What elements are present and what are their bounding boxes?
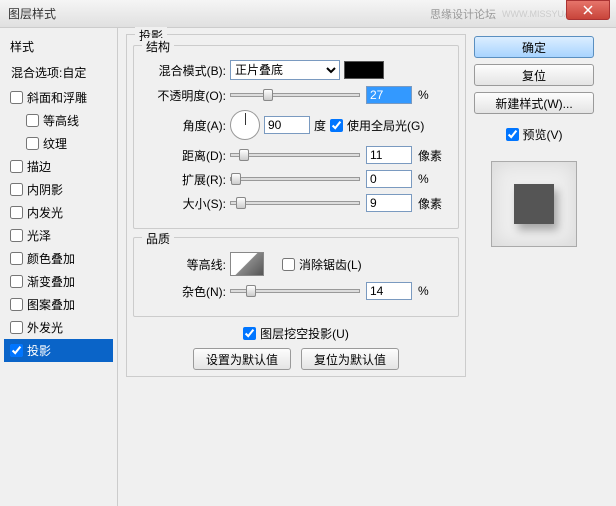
style-checkbox[interactable] xyxy=(10,160,23,173)
global-light-label: 使用全局光(G) xyxy=(347,117,424,134)
style-checkbox[interactable] xyxy=(10,206,23,219)
style-checkbox[interactable] xyxy=(10,91,23,104)
size-slider[interactable] xyxy=(230,201,360,205)
watermark: 思缘设计论坛 xyxy=(430,6,496,22)
style-item-1[interactable]: 等高线 xyxy=(4,109,113,132)
close-icon xyxy=(583,5,593,15)
style-item-5[interactable]: 内发光 xyxy=(4,201,113,224)
style-item-3[interactable]: 描边 xyxy=(4,155,113,178)
pct-unit: % xyxy=(418,88,448,102)
spread-label: 扩展(R): xyxy=(144,171,226,188)
opacity-label: 不透明度(O): xyxy=(144,87,226,104)
spread-input[interactable] xyxy=(366,170,412,188)
contour-label: 等高线: xyxy=(144,256,226,273)
style-checkbox[interactable] xyxy=(10,252,23,265)
style-item-4[interactable]: 内阴影 xyxy=(4,178,113,201)
noise-input[interactable] xyxy=(366,282,412,300)
style-label: 内阴影 xyxy=(27,181,63,198)
style-checkbox[interactable] xyxy=(10,298,23,311)
style-item-6[interactable]: 光泽 xyxy=(4,224,113,247)
quality-legend: 品质 xyxy=(142,230,174,247)
px-unit-2: 像素 xyxy=(418,195,448,212)
style-label: 纹理 xyxy=(43,135,67,152)
style-item-7[interactable]: 颜色叠加 xyxy=(4,247,113,270)
main-area: 样式 混合选项:自定 斜面和浮雕等高线纹理描边内阴影内发光光泽颜色叠加渐变叠加图… xyxy=(0,28,616,506)
shadow-color-swatch[interactable] xyxy=(344,61,384,79)
style-label: 投影 xyxy=(27,342,51,359)
titlebar: 图层样式 思缘设计论坛 WWW.MISSYUAN.COM xyxy=(0,0,616,28)
style-item-11[interactable]: 投影 xyxy=(4,339,113,362)
style-label: 斜面和浮雕 xyxy=(27,89,87,106)
pct-unit-3: % xyxy=(418,284,448,298)
antialias-checkbox[interactable] xyxy=(282,258,295,271)
opacity-input[interactable] xyxy=(366,86,412,104)
noise-slider[interactable] xyxy=(230,289,360,293)
blend-mode-select[interactable]: 正片叠底 xyxy=(230,60,340,80)
style-checkbox[interactable] xyxy=(10,321,23,334)
close-button[interactable] xyxy=(566,0,610,20)
style-checkbox[interactable] xyxy=(10,229,23,242)
pct-unit-2: % xyxy=(418,172,448,186)
spread-slider[interactable] xyxy=(230,177,360,181)
style-item-9[interactable]: 图案叠加 xyxy=(4,293,113,316)
knockout-label: 图层挖空投影(U) xyxy=(260,325,349,342)
opacity-slider[interactable] xyxy=(230,93,360,97)
blend-mode-label: 混合模式(B): xyxy=(144,62,226,79)
drop-shadow-panel: 投影 结构 混合模式(B): 正片叠底 不透明度(O): % xyxy=(126,34,466,377)
style-checkbox[interactable] xyxy=(10,183,23,196)
structure-legend: 结构 xyxy=(142,38,174,55)
preview-box xyxy=(491,161,577,247)
ok-button[interactable]: 确定 xyxy=(474,36,594,58)
reset-default-button[interactable]: 复位为默认值 xyxy=(301,348,399,370)
style-label: 内发光 xyxy=(27,204,63,221)
angle-dial[interactable] xyxy=(230,110,260,140)
style-item-2[interactable]: 纹理 xyxy=(4,132,113,155)
blend-options-item[interactable]: 混合选项:自定 xyxy=(4,59,113,86)
make-default-button[interactable]: 设置为默认值 xyxy=(193,348,291,370)
distance-input[interactable] xyxy=(366,146,412,164)
global-light-checkbox[interactable] xyxy=(330,119,343,132)
style-checkbox[interactable] xyxy=(26,114,39,127)
contour-picker[interactable] xyxy=(230,252,264,276)
preview-label: 预览(V) xyxy=(523,126,563,143)
style-label: 描边 xyxy=(27,158,51,175)
preview-swatch xyxy=(514,184,554,224)
style-label: 光泽 xyxy=(27,227,51,244)
quality-fieldset: 品质 等高线: 消除锯齿(L) 杂色(N): % xyxy=(133,237,459,317)
style-checkbox[interactable] xyxy=(10,344,23,357)
style-label: 等高线 xyxy=(43,112,79,129)
style-label: 颜色叠加 xyxy=(27,250,75,267)
antialias-label: 消除锯齿(L) xyxy=(299,256,362,273)
content-area: 投影 结构 混合模式(B): 正片叠底 不透明度(O): % xyxy=(118,28,616,506)
style-label: 图案叠加 xyxy=(27,296,75,313)
right-column: 确定 复位 新建样式(W)... 预览(V) xyxy=(474,34,594,500)
preview-checkbox[interactable] xyxy=(506,128,519,141)
style-checkbox[interactable] xyxy=(10,275,23,288)
size-label: 大小(S): xyxy=(144,195,226,212)
structure-fieldset: 结构 混合模式(B): 正片叠底 不透明度(O): % xyxy=(133,45,459,229)
distance-label: 距离(D): xyxy=(144,147,226,164)
window-title: 图层样式 xyxy=(8,5,430,22)
distance-slider[interactable] xyxy=(230,153,360,157)
angle-input[interactable] xyxy=(264,116,310,134)
noise-label: 杂色(N): xyxy=(144,283,226,300)
style-label: 外发光 xyxy=(27,319,63,336)
cancel-button[interactable]: 复位 xyxy=(474,64,594,86)
sidebar-title: 样式 xyxy=(4,34,113,59)
styles-sidebar: 样式 混合选项:自定 斜面和浮雕等高线纹理描边内阴影内发光光泽颜色叠加渐变叠加图… xyxy=(0,28,118,506)
px-unit-1: 像素 xyxy=(418,147,448,164)
deg-unit: 度 xyxy=(314,117,326,134)
knockout-checkbox[interactable] xyxy=(243,327,256,340)
style-checkbox[interactable] xyxy=(26,137,39,150)
style-label: 渐变叠加 xyxy=(27,273,75,290)
style-item-8[interactable]: 渐变叠加 xyxy=(4,270,113,293)
style-item-10[interactable]: 外发光 xyxy=(4,316,113,339)
size-input[interactable] xyxy=(366,194,412,212)
style-item-0[interactable]: 斜面和浮雕 xyxy=(4,86,113,109)
angle-label: 角度(A): xyxy=(144,117,226,134)
new-style-button[interactable]: 新建样式(W)... xyxy=(474,92,594,114)
